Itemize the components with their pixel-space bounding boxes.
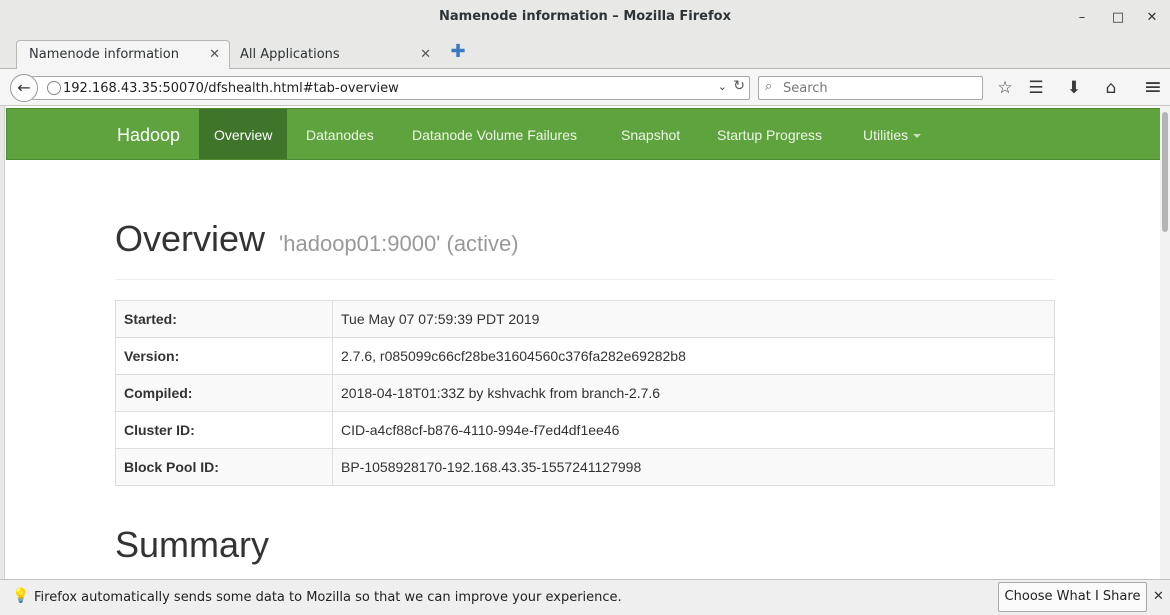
nav-datanodes[interactable]: Datanodes xyxy=(291,109,389,159)
overview-header: Overview 'hadoop01:9000' (active) xyxy=(115,218,1055,280)
overview-subtitle: 'hadoop01:9000' (active) xyxy=(279,231,519,256)
tab-strip: Namenode information ✕ All Applications … xyxy=(0,37,1170,69)
nav-overview[interactable]: Overview xyxy=(199,109,288,159)
lightbulb-icon: 💡 xyxy=(12,588,30,604)
search-bar[interactable]: ⌕ xyxy=(758,76,983,100)
url-bar[interactable]: ⌄ ↻ xyxy=(32,76,750,100)
row-label: Cluster ID: xyxy=(115,411,333,449)
reload-icon[interactable]: ↻ xyxy=(733,78,745,94)
search-icon: ⌕ xyxy=(765,79,773,94)
url-dropdown-icon[interactable]: ⌄ xyxy=(718,80,727,93)
table-row: Version: 2.7.6, r085099c66cf28be31604560… xyxy=(115,337,1055,375)
nav-startup-progress[interactable]: Startup Progress xyxy=(702,109,837,159)
close-tab-icon[interactable]: ✕ xyxy=(209,41,220,69)
row-label: Block Pool ID: xyxy=(115,448,333,486)
nav-datanode-volume-failures[interactable]: Datanode Volume Failures xyxy=(397,109,592,159)
maximize-icon[interactable]: □ xyxy=(1108,8,1128,28)
nav-utilities[interactable]: Utilities xyxy=(848,109,936,159)
nav-utilities-label: Utilities xyxy=(863,127,909,143)
home-icon[interactable]: ⌂ xyxy=(1100,77,1122,99)
tab-label: Namenode information xyxy=(29,47,179,62)
notification-bar: 💡 Firefox automatically sends some data … xyxy=(0,579,1170,615)
notification-message: Firefox automatically sends some data to… xyxy=(34,590,622,605)
overview-title-text: Overview xyxy=(115,218,266,259)
tab-all-applications[interactable]: All Applications ✕ xyxy=(227,40,441,69)
url-input[interactable] xyxy=(63,79,703,97)
row-value: CID-a4cf88cf-b876-4110-994e-f7ed4df1ee46 xyxy=(332,411,1055,449)
firefox-window: Namenode information – Mozilla Firefox –… xyxy=(0,0,1170,615)
overview-table: Started: Tue May 07 07:59:39 PDT 2019 Ve… xyxy=(115,300,1055,486)
close-window-icon[interactable]: ✕ xyxy=(1142,8,1162,28)
close-tab-icon[interactable]: ✕ xyxy=(420,41,431,69)
download-icon[interactable]: ⬇ xyxy=(1063,77,1085,99)
window-title: Namenode information – Mozilla Firefox xyxy=(439,9,731,24)
overview-title: Overview 'hadoop01:9000' (active) xyxy=(115,218,1055,260)
hadoop-navbar: Hadoop Overview Datanodes Datanode Volum… xyxy=(6,108,1164,160)
tab-label: All Applications xyxy=(240,47,340,62)
page-content: Hadoop Overview Datanodes Datanode Volum… xyxy=(4,106,1164,579)
table-row: Started: Tue May 07 07:59:39 PDT 2019 xyxy=(115,300,1055,338)
row-value: BP-1058928170-192.168.43.35-155724112799… xyxy=(332,448,1055,486)
menu-icon[interactable]: ≡ xyxy=(1142,77,1164,99)
close-notification-icon[interactable]: ✕ xyxy=(1153,589,1164,604)
row-label: Version: xyxy=(115,337,333,375)
library-icon[interactable]: ☰ xyxy=(1025,77,1047,99)
search-input[interactable] xyxy=(783,79,973,97)
row-value: Tue May 07 07:59:39 PDT 2019 xyxy=(332,300,1055,338)
scrollbar-thumb[interactable] xyxy=(1162,112,1168,232)
page-scrollbar[interactable] xyxy=(1160,106,1170,579)
table-row: Compiled: 2018-04-18T01:33Z by kshvachk … xyxy=(115,374,1055,412)
title-bar: Namenode information – Mozilla Firefox –… xyxy=(0,0,1170,37)
minimize-icon[interactable]: – xyxy=(1072,8,1092,28)
caret-down-icon xyxy=(913,134,922,139)
nav-snapshot[interactable]: Snapshot xyxy=(606,109,695,159)
hadoop-brand[interactable]: Hadoop xyxy=(117,109,180,159)
row-label: Compiled: xyxy=(115,374,333,412)
table-row: Cluster ID: CID-a4cf88cf-b876-4110-994e-… xyxy=(115,411,1055,449)
summary-title: Summary xyxy=(115,524,270,565)
row-value: 2018-04-18T01:33Z by kshvachk from branc… xyxy=(332,374,1055,412)
bookmark-star-icon[interactable]: ☆ xyxy=(994,77,1016,99)
new-tab-icon[interactable]: ✚ xyxy=(448,43,468,63)
row-label: Started: xyxy=(115,300,333,338)
back-button[interactable]: ← xyxy=(10,74,38,102)
tab-namenode-information[interactable]: Namenode information ✕ xyxy=(16,40,230,69)
globe-icon xyxy=(47,81,61,95)
row-value: 2.7.6, r085099c66cf28be31604560c376fa282… xyxy=(332,337,1055,375)
choose-what-i-share-button[interactable]: Choose What I Share xyxy=(998,582,1147,612)
navigation-toolbar: ← ⌄ ↻ ⌕ ☆ ☰ ⬇ ⌂ ≡ xyxy=(0,68,1170,106)
table-row: Block Pool ID: BP-1058928170-192.168.43.… xyxy=(115,448,1055,486)
